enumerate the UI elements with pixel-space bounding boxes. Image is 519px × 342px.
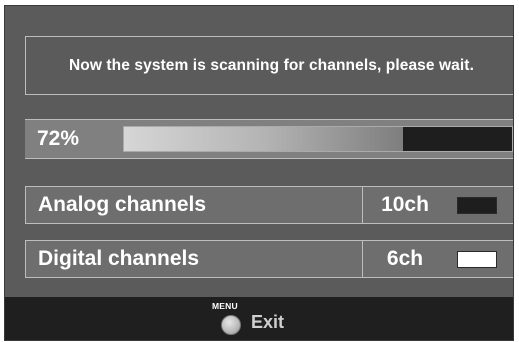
digital-channels-indicator — [457, 251, 497, 268]
analog-channels-count: 10ch — [381, 193, 429, 216]
footer-bar: MENU Exit — [5, 297, 513, 340]
scan-progress-fill — [124, 127, 404, 151]
analog-channels-label: Analog channels — [38, 193, 207, 216]
scan-progress-row: 72% — [25, 119, 513, 159]
digital-channels-row: Digital channels 6ch — [25, 240, 513, 278]
analog-channels-row: Analog channels 10ch — [25, 186, 513, 224]
channel-scan-screen: Now the system is scanning for channels,… — [4, 5, 514, 341]
menu-button-caption: MENU — [212, 301, 238, 311]
digital-channels-label: Digital channels — [38, 247, 200, 270]
round-menu-button-icon[interactable] — [221, 315, 241, 335]
analog-channels-indicator — [457, 197, 497, 214]
digital-channels-count: 6ch — [386, 247, 424, 270]
scan-progress-percent: 72% — [37, 127, 80, 150]
exit-button[interactable]: Exit — [251, 312, 284, 333]
scan-status-message: Now the system is scanning for channels,… — [25, 36, 513, 95]
scan-progress-bar — [123, 126, 513, 152]
